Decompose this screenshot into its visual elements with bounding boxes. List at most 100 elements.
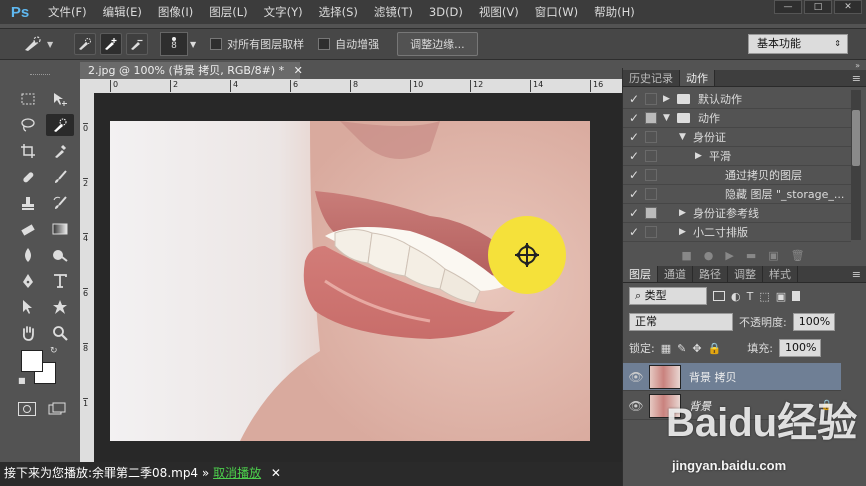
pen-tool[interactable] — [14, 270, 42, 292]
filter-shape-icon[interactable]: ⬚ — [759, 290, 769, 303]
menu-view[interactable]: 视图(V) — [471, 4, 527, 20]
healing-brush-tool[interactable] — [14, 166, 42, 188]
action-row[interactable]: ✓ ▼ 动作 — [623, 109, 851, 128]
action-enabled-checkmark[interactable]: ✓ — [623, 111, 645, 125]
actions-scrollbar[interactable] — [851, 90, 861, 240]
lock-transparent-icon[interactable]: ▦ — [661, 342, 671, 355]
dialog-toggle-box[interactable] — [645, 150, 657, 162]
default-colors-icon[interactable]: ■ — [18, 376, 26, 385]
canvas-area[interactable]: 024681012141618 024681 — [80, 79, 622, 463]
tab-styles[interactable]: 样式 — [763, 266, 798, 282]
menu-help[interactable]: 帮助(H) — [586, 4, 643, 20]
menu-window[interactable]: 窗口(W) — [527, 4, 586, 20]
action-row[interactable]: ✓ ▶ 平滑 — [623, 147, 851, 166]
action-row[interactable]: ✓ 隐藏 图层 "_storage_... — [623, 185, 851, 204]
brush-size-picker[interactable]: 8 — [160, 32, 188, 56]
dialog-toggle-box[interactable] — [645, 207, 657, 219]
action-row[interactable]: ✓ ▶ 身份证参考线 — [623, 204, 851, 223]
checkbox-box[interactable] — [210, 38, 223, 50]
tab-close-icon[interactable]: ✕ — [294, 64, 303, 77]
action-enabled-checkmark[interactable]: ✓ — [623, 149, 645, 163]
tab-adjustments[interactable]: 调整 — [728, 266, 763, 282]
tab-channels[interactable]: 通道 — [658, 266, 693, 282]
new-set-icon[interactable]: ▬ — [746, 249, 756, 262]
action-row[interactable]: ✓ ▼ 身份证 — [623, 128, 851, 147]
foreground-color-swatch[interactable] — [21, 350, 43, 372]
stop-icon[interactable]: ■ — [681, 249, 691, 262]
fill-input[interactable]: 100% — [778, 339, 821, 357]
clone-stamp-tool[interactable] — [14, 192, 42, 214]
record-icon[interactable]: ● — [704, 249, 714, 262]
layer-filter-select[interactable]: ⌕ 类型 — [629, 287, 707, 305]
lock-position-icon[interactable]: ✥ — [692, 342, 701, 355]
menu-3d[interactable]: 3D(D) — [421, 5, 471, 19]
sample-all-layers-checkbox[interactable]: 对所有图层取样 — [210, 36, 304, 52]
expand-right-icon[interactable]: ▶ — [695, 151, 709, 161]
expand-right-icon[interactable]: ▶ — [679, 227, 693, 237]
filter-adjustment-icon[interactable]: ◐ — [731, 290, 741, 303]
dialog-toggle-box[interactable] — [645, 112, 657, 124]
action-enabled-checkmark[interactable]: ✓ — [623, 206, 645, 220]
brush-size-dropdown-icon[interactable]: ▼ — [190, 40, 196, 49]
tab-paths[interactable]: 路径 — [693, 266, 728, 282]
scrollbar-thumb[interactable] — [852, 110, 860, 166]
panel-menu-icon[interactable]: ≡ — [852, 266, 861, 282]
action-enabled-checkmark[interactable]: ✓ — [623, 187, 645, 201]
action-enabled-checkmark[interactable]: ✓ — [623, 225, 645, 239]
action-enabled-checkmark[interactable]: ✓ — [623, 130, 645, 144]
close-button[interactable]: ✕ — [834, 0, 862, 14]
dialog-toggle-box[interactable] — [645, 188, 657, 200]
menu-layer[interactable]: 图层(L) — [201, 4, 255, 20]
checkbox-box[interactable] — [318, 38, 331, 50]
type-tool[interactable] — [46, 270, 74, 292]
action-row[interactable]: ✓ ▶ 默认动作 — [623, 90, 851, 109]
lock-all-icon[interactable]: 🔒 — [708, 342, 722, 355]
quick-mask-button[interactable] — [18, 402, 36, 416]
minimize-button[interactable]: — — [774, 0, 802, 14]
tab-layers[interactable]: 图层 — [623, 266, 658, 282]
document-tab[interactable]: 2.jpg @ 100% (背景 拷贝, RGB/8#) * ✕ — [80, 62, 303, 79]
tab-history[interactable]: 历史记录 — [623, 70, 680, 86]
action-enabled-checkmark[interactable]: ✓ — [623, 168, 645, 182]
opacity-input[interactable]: 100% — [792, 313, 835, 331]
custom-shape-tool[interactable] — [46, 296, 74, 318]
swap-colors-icon[interactable]: ↻ — [50, 346, 58, 356]
action-row[interactable]: ✓ 通过拷贝的图层 — [623, 166, 851, 185]
filter-image-icon[interactable] — [713, 291, 725, 301]
hand-tool[interactable] — [14, 322, 42, 344]
tab-actions[interactable]: 动作 — [680, 70, 715, 86]
menu-edit[interactable]: 编辑(E) — [95, 4, 150, 20]
eyedropper-tool[interactable] — [46, 140, 74, 162]
new-selection-button[interactable] — [74, 33, 96, 55]
layer-row[interactable]: 👁 背景 拷贝 — [623, 363, 841, 391]
dialog-toggle-box[interactable] — [645, 169, 657, 181]
expand-down-icon[interactable]: ▼ — [679, 132, 693, 142]
refine-edge-button[interactable]: 调整边缘... — [397, 32, 478, 56]
filter-smart-object-icon[interactable]: ▣ — [776, 290, 786, 303]
panel-grip[interactable] — [30, 74, 50, 77]
lasso-tool[interactable] — [14, 114, 42, 136]
tool-preset-picker[interactable]: ▼ — [22, 33, 70, 55]
move-tool[interactable] — [46, 88, 74, 110]
horizontal-ruler[interactable]: 024681012141618 — [94, 79, 622, 93]
menu-type[interactable]: 文字(Y) — [256, 4, 311, 20]
eye-icon[interactable]: 👁 — [623, 370, 649, 384]
eye-icon[interactable]: 👁 — [623, 399, 649, 413]
crop-tool[interactable] — [14, 140, 42, 162]
subtract-from-selection-button[interactable] — [126, 33, 148, 55]
dodge-tool[interactable] — [46, 244, 74, 266]
gradient-tool[interactable] — [46, 218, 74, 240]
menu-filter[interactable]: 滤镜(T) — [366, 4, 421, 20]
screen-mode-button[interactable] — [48, 402, 66, 416]
new-action-icon[interactable]: ▣ — [768, 249, 778, 262]
action-enabled-checkmark[interactable]: ✓ — [623, 92, 645, 106]
history-brush-tool[interactable] — [46, 192, 74, 214]
panel-menu-icon[interactable]: ≡ — [852, 70, 861, 86]
vertical-ruler[interactable]: 0 2 4 6 8 1 — [80, 93, 94, 463]
eraser-tool[interactable] — [14, 218, 42, 240]
close-overlay-icon[interactable]: ✕ — [271, 466, 281, 480]
marquee-tool[interactable] — [14, 88, 42, 110]
expand-down-icon[interactable]: ▼ — [663, 113, 677, 123]
menu-file[interactable]: 文件(F) — [40, 4, 95, 20]
dialog-toggle-box[interactable] — [645, 93, 657, 105]
